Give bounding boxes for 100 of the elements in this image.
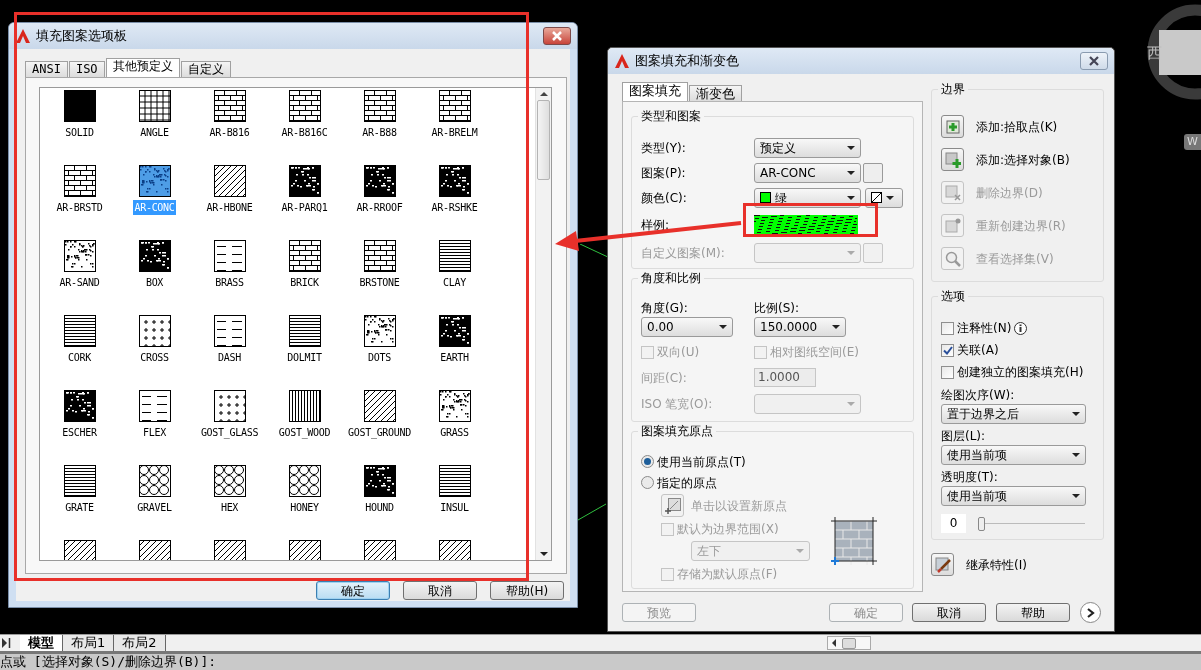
pattern-name[interactable]: CLAY <box>442 275 467 290</box>
dropdown-caret-icon[interactable] <box>847 195 855 200</box>
transparency-field[interactable]: 0 <box>941 514 966 533</box>
boundary-button[interactable] <box>941 148 964 171</box>
pattern-name[interactable]: GOST_GROUND <box>347 425 412 440</box>
hatch-pattern-icon[interactable] <box>213 165 246 197</box>
pattern-name[interactable]: HOUND <box>364 500 395 515</box>
dropdown-caret-icon[interactable] <box>847 170 855 175</box>
pattern-name[interactable]: DOLMIT <box>286 350 323 365</box>
hatch-pattern-icon[interactable] <box>363 465 396 497</box>
dropdown-caret-icon[interactable] <box>1072 412 1080 416</box>
checkbox[interactable] <box>941 343 954 357</box>
hatch-pattern-icon[interactable] <box>438 240 471 272</box>
layout-tab[interactable]: 布局2 <box>114 635 166 651</box>
scrollbar-thumb[interactable] <box>842 637 856 649</box>
pattern-dropdown[interactable]: AR-CONC <box>754 162 861 183</box>
pattern-name[interactable]: BRICK <box>289 275 320 290</box>
hatch-pattern-icon[interactable] <box>63 390 96 422</box>
pattern-name[interactable]: ESCHER <box>61 425 98 440</box>
pattern-name[interactable]: GOST_WOOD <box>277 425 332 440</box>
hatch-pattern-icon[interactable] <box>438 390 471 422</box>
pattern-name[interactable]: HONEY <box>289 500 320 515</box>
hatch-pattern-icon[interactable] <box>138 390 171 422</box>
inherit-properties-button[interactable] <box>931 553 954 576</box>
hatch-pattern-icon[interactable] <box>63 90 96 122</box>
hatch-pattern-icon[interactable] <box>363 165 396 197</box>
background-color-dropdown[interactable] <box>865 187 903 208</box>
layout-tab[interactable]: 布局1 <box>63 635 115 651</box>
hatch-pattern-icon[interactable] <box>363 390 396 422</box>
hatch-pattern-icon[interactable] <box>438 315 471 347</box>
hatch-pattern-icon[interactable] <box>63 240 96 272</box>
hatch-pattern-icon[interactable] <box>213 315 246 347</box>
hatch-pattern-icon[interactable] <box>363 240 396 272</box>
hatch-pattern-icon[interactable] <box>63 165 96 197</box>
pattern-name[interactable]: DOTS <box>367 350 392 365</box>
hatch-pattern-icon[interactable] <box>288 240 321 272</box>
info-icon[interactable] <box>1014 321 1028 335</box>
dialog-button[interactable]: 取消 <box>912 603 986 622</box>
hatch-pattern-icon[interactable] <box>288 165 321 197</box>
checkbox[interactable] <box>941 365 954 379</box>
pattern-name[interactable]: AR-B88 <box>361 125 398 140</box>
hatch-pattern-icon[interactable] <box>288 90 321 122</box>
pattern-name[interactable]: AR-B816C <box>280 125 329 140</box>
pattern-name[interactable]: HEX <box>219 500 240 515</box>
dialog-button[interactable]: 帮助 <box>996 603 1070 622</box>
tab[interactable]: ANSI <box>25 61 68 77</box>
angle-dropdown[interactable]: 0.00 <box>641 317 733 337</box>
dropdown-caret-icon[interactable] <box>832 325 840 329</box>
hatch-pattern-icon[interactable] <box>138 90 171 122</box>
pattern-name[interactable]: GOST_GLASS <box>199 425 260 440</box>
pattern-name[interactable]: CORK <box>67 350 92 365</box>
hatch-pattern-icon[interactable] <box>438 165 471 197</box>
pattern-name[interactable]: DASH <box>217 350 242 365</box>
hatch-pattern-icon[interactable] <box>138 465 171 497</box>
pattern-name[interactable]: FLEX <box>142 425 167 440</box>
tab[interactable]: 图案填充 <box>622 82 688 101</box>
tab-scroll-icon[interactable] <box>0 636 12 650</box>
tab[interactable]: 渐变色 <box>689 85 742 101</box>
pattern-name[interactable]: BRASS <box>214 275 245 290</box>
hatch-pattern-icon[interactable] <box>288 390 321 422</box>
pattern-name[interactable]: EARTH <box>439 350 470 365</box>
hatch-pattern-icon[interactable] <box>363 90 396 122</box>
dialog-button[interactable]: 确定 <box>316 581 390 600</box>
slider-thumb[interactable] <box>978 516 985 531</box>
pattern-name[interactable]: BRSTONE <box>358 275 401 290</box>
pattern-name[interactable]: ANGLE <box>139 125 170 140</box>
more-options-button[interactable] <box>1080 602 1101 623</box>
dropdown-caret-icon[interactable] <box>719 325 727 329</box>
hatch-pattern-icon[interactable] <box>288 315 321 347</box>
dropdown-caret-icon[interactable] <box>886 195 894 200</box>
checkbox[interactable] <box>941 321 954 335</box>
draw-order-dropdown[interactable]: 置于边界之后 <box>941 404 1086 424</box>
dropdown-caret-icon[interactable] <box>1072 453 1080 457</box>
boundary-button[interactable] <box>941 115 964 138</box>
pattern-name[interactable]: SOLID <box>64 125 95 140</box>
horizontal-scrollbar[interactable] <box>827 636 871 650</box>
scroll-left-icon[interactable] <box>832 639 836 647</box>
hatch-pattern-icon[interactable] <box>213 465 246 497</box>
pattern-name[interactable]: AR-BRSTD <box>55 200 104 215</box>
hatch-pattern-icon[interactable] <box>363 315 396 347</box>
hatch-pattern-icon[interactable] <box>288 465 321 497</box>
hatch-pattern-icon[interactable] <box>63 315 96 347</box>
pattern-name[interactable]: GRASS <box>439 425 470 440</box>
dialog-button[interactable]: 取消 <box>403 581 477 600</box>
hatch-pattern-icon[interactable] <box>438 90 471 122</box>
pattern-name[interactable]: BOX <box>144 275 165 290</box>
type-dropdown[interactable]: 预定义 <box>754 137 861 158</box>
pattern-name[interactable]: AR-HBONE <box>205 200 254 215</box>
dropdown-caret-icon[interactable] <box>847 145 855 150</box>
hatch-pattern-icon[interactable] <box>213 390 246 422</box>
scale-dropdown[interactable]: 150.0000 <box>754 317 846 337</box>
vertical-scrollbar[interactable] <box>535 88 551 560</box>
layer-dropdown[interactable]: 使用当前项 <box>941 445 1086 465</box>
tab[interactable]: 其他预定义 <box>105 58 180 77</box>
close-button[interactable] <box>1080 52 1108 70</box>
hatch-pattern-icon[interactable] <box>213 240 246 272</box>
radio-button[interactable] <box>641 476 654 489</box>
tab[interactable]: 自定义 <box>180 61 231 77</box>
hatch-pattern-icon[interactable] <box>63 465 96 497</box>
hatch-pattern-icon[interactable] <box>213 90 246 122</box>
